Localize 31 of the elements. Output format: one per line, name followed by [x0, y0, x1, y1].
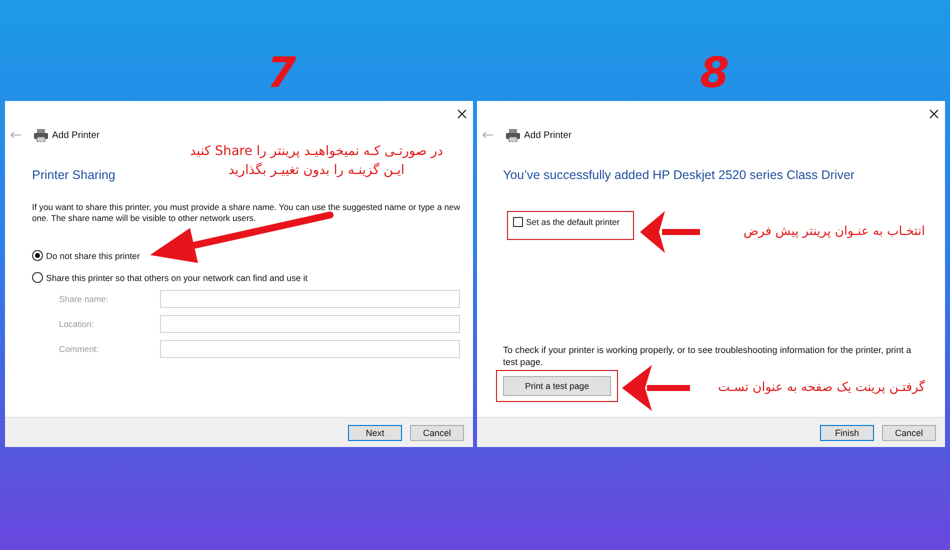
dialog-button[interactable]: Cancel: [882, 424, 936, 440]
dialog-button[interactable]: Cancel: [410, 424, 464, 440]
window-title: Add Printer: [524, 130, 572, 140]
dialog-button[interactable]: Finish: [820, 424, 874, 440]
step-number: 8: [699, 47, 730, 99]
checkbox-option[interactable]: Set as the default printer: [513, 217, 633, 227]
step-number: 7: [266, 47, 298, 99]
intro-text: If you want to share this printer, you must provide a share name. You can use the suggested name or type a new one. The share name will be visible to other network users.: [32, 202, 462, 224]
pointer-arrow: [622, 365, 690, 411]
field-label: Comment:: [59, 344, 100, 354]
annotation-text: گرفتـن پرینت یک صفحه به عنوان تسـت: [718, 379, 925, 394]
annotation-text: انتخـاب به عنـوان پرینتر پیش فرض: [743, 223, 925, 238]
radio-option[interactable]: Do not share this printer: [32, 250, 473, 261]
window-title: Add Printer: [52, 130, 100, 140]
field-label: Share name:: [59, 294, 110, 304]
page-heading: Printer Sharing: [32, 168, 116, 182]
page-heading: You’ve successfully added HP Deskjet 2520 series Class Driver: [503, 168, 855, 182]
annotation-text: ایـن گزینـه را بدون تغییـر بگذارید: [227, 162, 406, 180]
printer-icon: [34, 128, 48, 142]
pointer-arrow: [640, 211, 700, 253]
close-icon[interactable]: [456, 108, 468, 120]
print-test-page-button[interactable]: Print a test page: [503, 376, 611, 396]
field-label: Location:: [59, 319, 95, 329]
annotation-text: در صورتـی کـه نمیخواهیـد پرینتر را Share کنید: [190, 143, 443, 161]
close-icon[interactable]: [928, 108, 940, 120]
dialog-button[interactable]: Next: [348, 424, 402, 440]
radio-option[interactable]: Share this printer so that others on your network can find and use it: [32, 272, 473, 283]
back-arrow-icon[interactable]: [482, 131, 493, 139]
printer-icon: [506, 128, 520, 142]
back-arrow-icon[interactable]: [10, 131, 21, 139]
help-text: To check if your printer is working properly, or to see troubleshooting information for the printer, print a test page.: [503, 344, 912, 368]
